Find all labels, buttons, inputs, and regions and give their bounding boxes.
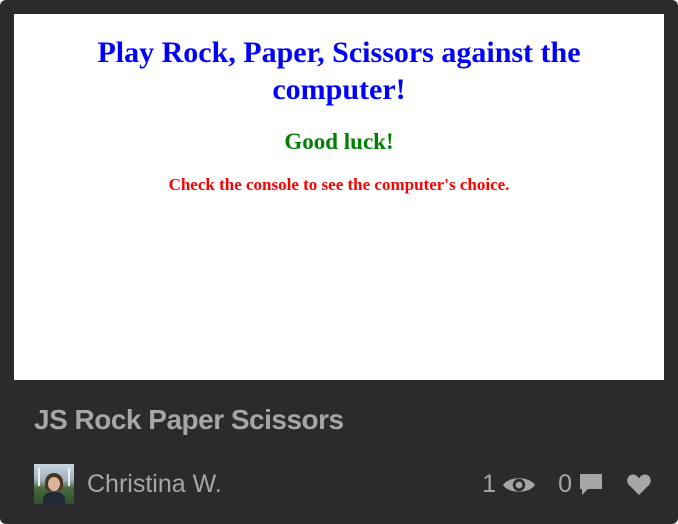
avatar-detail bbox=[43, 492, 65, 504]
comments-stat[interactable]: 0 bbox=[558, 470, 604, 499]
avatar-detail bbox=[48, 477, 60, 491]
pen-stats: 1 0 bbox=[482, 470, 652, 499]
heart-icon bbox=[626, 473, 652, 497]
pen-card: Play Rock, Paper, Scissors against the c… bbox=[0, 0, 678, 524]
eye-icon bbox=[502, 474, 536, 496]
views-stat[interactable]: 1 bbox=[482, 470, 536, 499]
comments-count: 0 bbox=[558, 470, 572, 498]
author-name[interactable]: Christina W. bbox=[87, 470, 222, 499]
pen-preview[interactable]: Play Rock, Paper, Scissors against the c… bbox=[14, 14, 664, 380]
author-link[interactable]: Christina W. bbox=[34, 464, 222, 504]
like-button[interactable] bbox=[626, 473, 652, 497]
avatar-detail bbox=[68, 468, 70, 486]
preview-subtitle: Good luck! bbox=[284, 129, 394, 154]
views-count: 1 bbox=[482, 470, 497, 498]
avatar-detail bbox=[38, 468, 40, 486]
preview-title: Play Rock, Paper, Scissors against the c… bbox=[97, 36, 581, 106]
avatar[interactable] bbox=[34, 464, 74, 504]
comment-icon bbox=[578, 472, 604, 498]
preview-note: Check the console to see the computer's … bbox=[168, 175, 510, 194]
pen-title-link[interactable]: JS Rock Paper Scissors bbox=[34, 404, 344, 436]
